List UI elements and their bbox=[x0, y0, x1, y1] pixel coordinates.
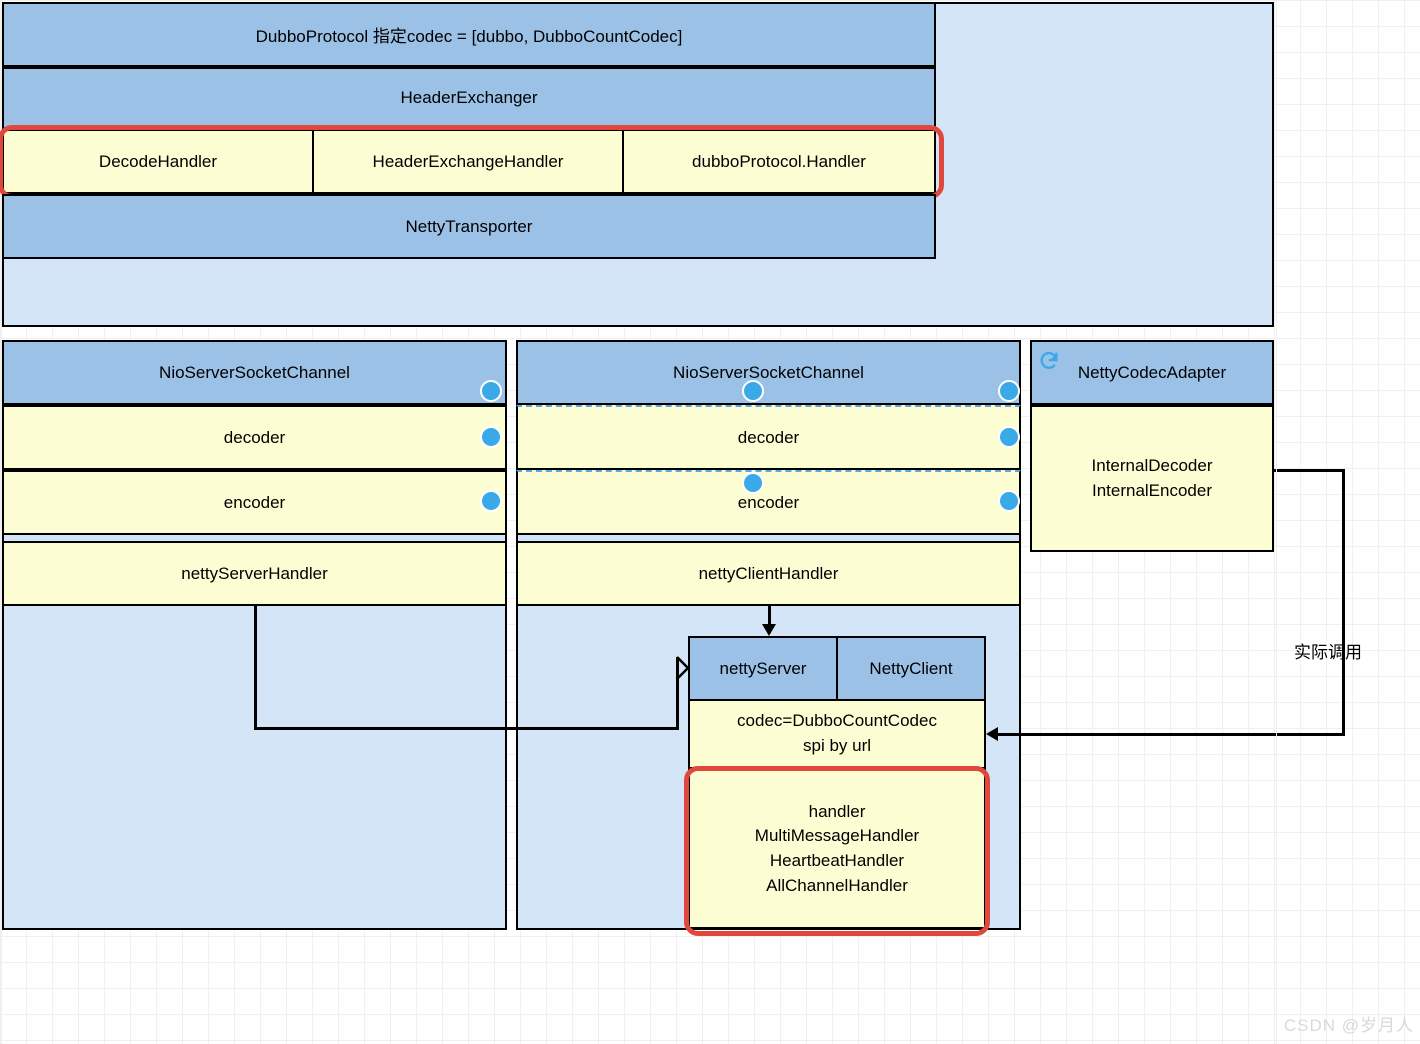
label: nettyServer bbox=[720, 659, 807, 679]
box-client-handler: nettyClientHandler bbox=[516, 541, 1021, 606]
label: MultiMessageHandler bbox=[755, 824, 919, 849]
dot-icon bbox=[480, 380, 502, 402]
arrow-segment bbox=[998, 733, 1345, 736]
label-actual-call: 实际调用 bbox=[1294, 638, 1362, 663]
box-client-decoder: decoder bbox=[516, 405, 1021, 470]
label: DecodeHandler bbox=[99, 152, 217, 172]
watermark: CSDN @岁月人 bbox=[1284, 1011, 1414, 1036]
box-server-encoder: encoder bbox=[2, 470, 507, 535]
label: handler bbox=[809, 800, 866, 825]
dot-icon bbox=[998, 426, 1020, 448]
box-netty-transporter: NettyTransporter bbox=[2, 194, 936, 259]
dot-icon bbox=[742, 380, 764, 402]
label: nettyServerHandler bbox=[181, 564, 327, 584]
dot-icon bbox=[742, 472, 764, 494]
label: NettyTransporter bbox=[406, 217, 533, 237]
label: InternalDecoder bbox=[1092, 454, 1213, 479]
arrow-head-left bbox=[986, 727, 998, 741]
label: NettyCodecAdapter bbox=[1078, 363, 1226, 383]
box-client-header: NioServerSocketChannel bbox=[516, 340, 1021, 405]
label: HeartbeatHandler bbox=[770, 849, 904, 874]
box-dubbo-protocol-handler: dubboProtocol.Handler bbox=[622, 129, 936, 194]
label: NettyClient bbox=[869, 659, 952, 679]
dot-icon bbox=[480, 426, 502, 448]
arrow-segment bbox=[768, 606, 771, 626]
label: decoder bbox=[224, 428, 285, 448]
label: HeaderExchangeHandler bbox=[373, 152, 564, 172]
label: NioServerSocketChannel bbox=[673, 363, 864, 383]
arrow-segment bbox=[1342, 469, 1345, 735]
label: HeaderExchanger bbox=[400, 88, 537, 108]
box-server-decoder: decoder bbox=[2, 405, 507, 470]
label: AllChannelHandler bbox=[766, 874, 908, 899]
box-server-header: NioServerSocketChannel bbox=[2, 340, 507, 405]
arrow-segment bbox=[254, 727, 676, 730]
label: nettyClientHandler bbox=[699, 564, 839, 584]
arrow-segment bbox=[254, 606, 257, 729]
label: DubboProtocol 指定codec = [dubbo, DubboCou… bbox=[256, 22, 683, 47]
box-adapter-header: NettyCodecAdapter bbox=[1030, 340, 1274, 405]
dot-icon bbox=[480, 490, 502, 512]
arrow-segment bbox=[1274, 469, 1344, 472]
label: NioServerSocketChannel bbox=[159, 363, 350, 383]
dot-icon bbox=[998, 490, 1020, 512]
arrow-head-down bbox=[762, 624, 776, 636]
box-codec: codec=DubboCountCodec spi by url bbox=[688, 699, 986, 769]
refresh-icon bbox=[1038, 350, 1060, 372]
box-header-exchange-handler: HeaderExchangeHandler bbox=[312, 129, 624, 194]
label: encoder bbox=[224, 493, 285, 513]
diagram-canvas: DubboProtocol 指定codec = [dubbo, DubboCou… bbox=[0, 0, 1420, 1044]
box-header-exchanger: HeaderExchanger bbox=[2, 67, 936, 129]
label: spi by url bbox=[803, 734, 871, 759]
box-netty-client: NettyClient bbox=[836, 636, 986, 701]
label: InternalEncoder bbox=[1092, 479, 1212, 504]
label: encoder bbox=[738, 493, 799, 513]
dot-icon bbox=[998, 380, 1020, 402]
box-decode-handler: DecodeHandler bbox=[2, 129, 314, 194]
box-client-encoder: encoder bbox=[516, 470, 1021, 535]
box-server-handler: nettyServerHandler bbox=[2, 541, 507, 606]
label: decoder bbox=[738, 428, 799, 448]
box-handler-stack: handler MultiMessageHandler HeartbeatHan… bbox=[688, 769, 986, 929]
box-adapter-body: InternalDecoder InternalEncoder bbox=[1030, 405, 1274, 552]
label: dubboProtocol.Handler bbox=[692, 152, 866, 172]
arrow-head-right-open bbox=[676, 656, 690, 685]
box-dubbo-protocol-title: DubboProtocol 指定codec = [dubbo, DubboCou… bbox=[2, 2, 936, 67]
box-netty-server: nettyServer bbox=[688, 636, 838, 701]
label: codec=DubboCountCodec bbox=[737, 709, 937, 734]
